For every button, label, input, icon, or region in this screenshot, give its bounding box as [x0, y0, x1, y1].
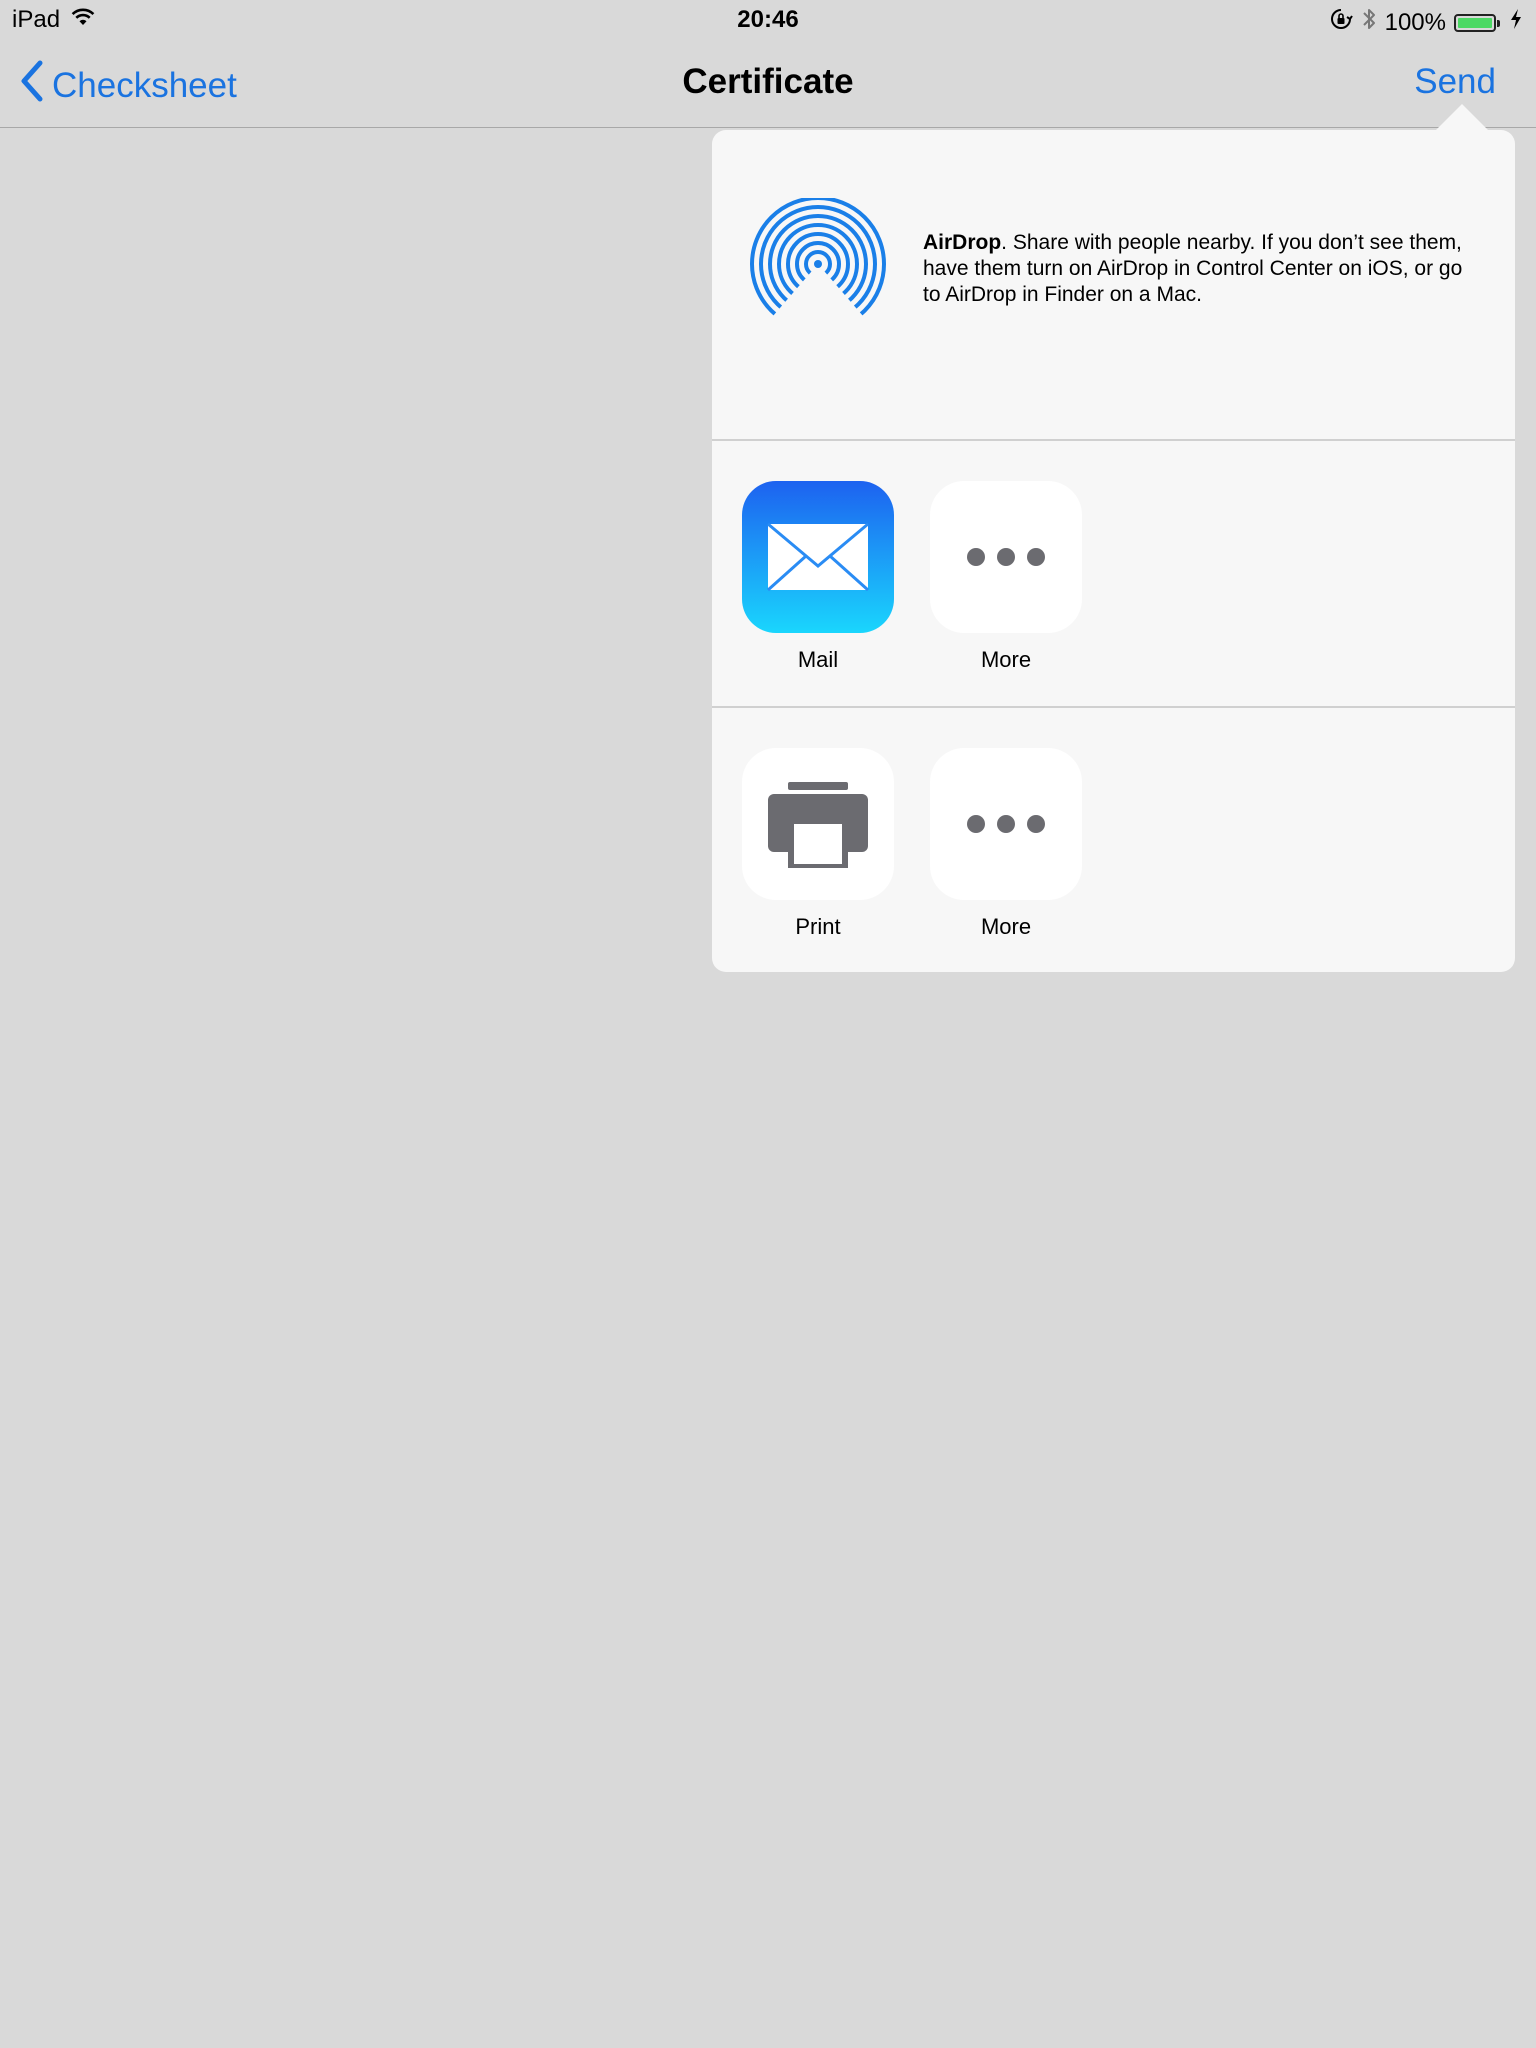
send-button[interactable]: Send — [1414, 62, 1496, 102]
status-bar: iPad 20:46 100% — [0, 0, 1536, 40]
more-action-label: More — [980, 914, 1032, 939]
battery-percent: 100% — [1384, 8, 1446, 36]
rotation-lock-icon — [1329, 7, 1353, 38]
bluetooth-icon — [1361, 6, 1377, 39]
airdrop-section: AirDrop. Share with people nearby. If yo… — [712, 130, 1515, 441]
action-row: Print More — [712, 708, 1515, 972]
page-title: Certificate — [682, 62, 854, 101]
more-icon — [930, 748, 1082, 900]
charging-icon — [1510, 8, 1522, 37]
status-right: 100% — [1329, 6, 1522, 39]
share-apps-row: Mail More — [712, 441, 1515, 708]
airdrop-icon[interactable] — [748, 198, 888, 338]
share-sheet-popover: AirDrop. Share with people nearby. If yo… — [712, 130, 1515, 972]
navigation-bar: Checksheet Certificate Send — [0, 40, 1536, 128]
battery-level — [1458, 17, 1492, 28]
airdrop-title: AirDrop — [923, 231, 1002, 254]
printer-icon — [742, 748, 894, 900]
more-share-button[interactable]: More — [930, 481, 1082, 673]
mail-share-button[interactable]: Mail — [742, 481, 894, 673]
more-icon — [930, 481, 1082, 633]
mail-label: Mail — [797, 647, 839, 672]
airdrop-body: . Share with people nearby. If you don’t… — [923, 231, 1463, 306]
mail-icon — [742, 481, 894, 633]
print-button[interactable]: Print — [742, 748, 894, 940]
more-share-label: More — [980, 647, 1032, 672]
battery-icon — [1454, 13, 1500, 32]
status-time: 20:46 — [737, 6, 799, 33]
more-action-button[interactable]: More — [930, 748, 1082, 940]
airdrop-description: AirDrop. Share with people nearby. If yo… — [923, 230, 1483, 308]
popover-arrow — [1436, 104, 1488, 130]
print-label: Print — [795, 914, 841, 939]
